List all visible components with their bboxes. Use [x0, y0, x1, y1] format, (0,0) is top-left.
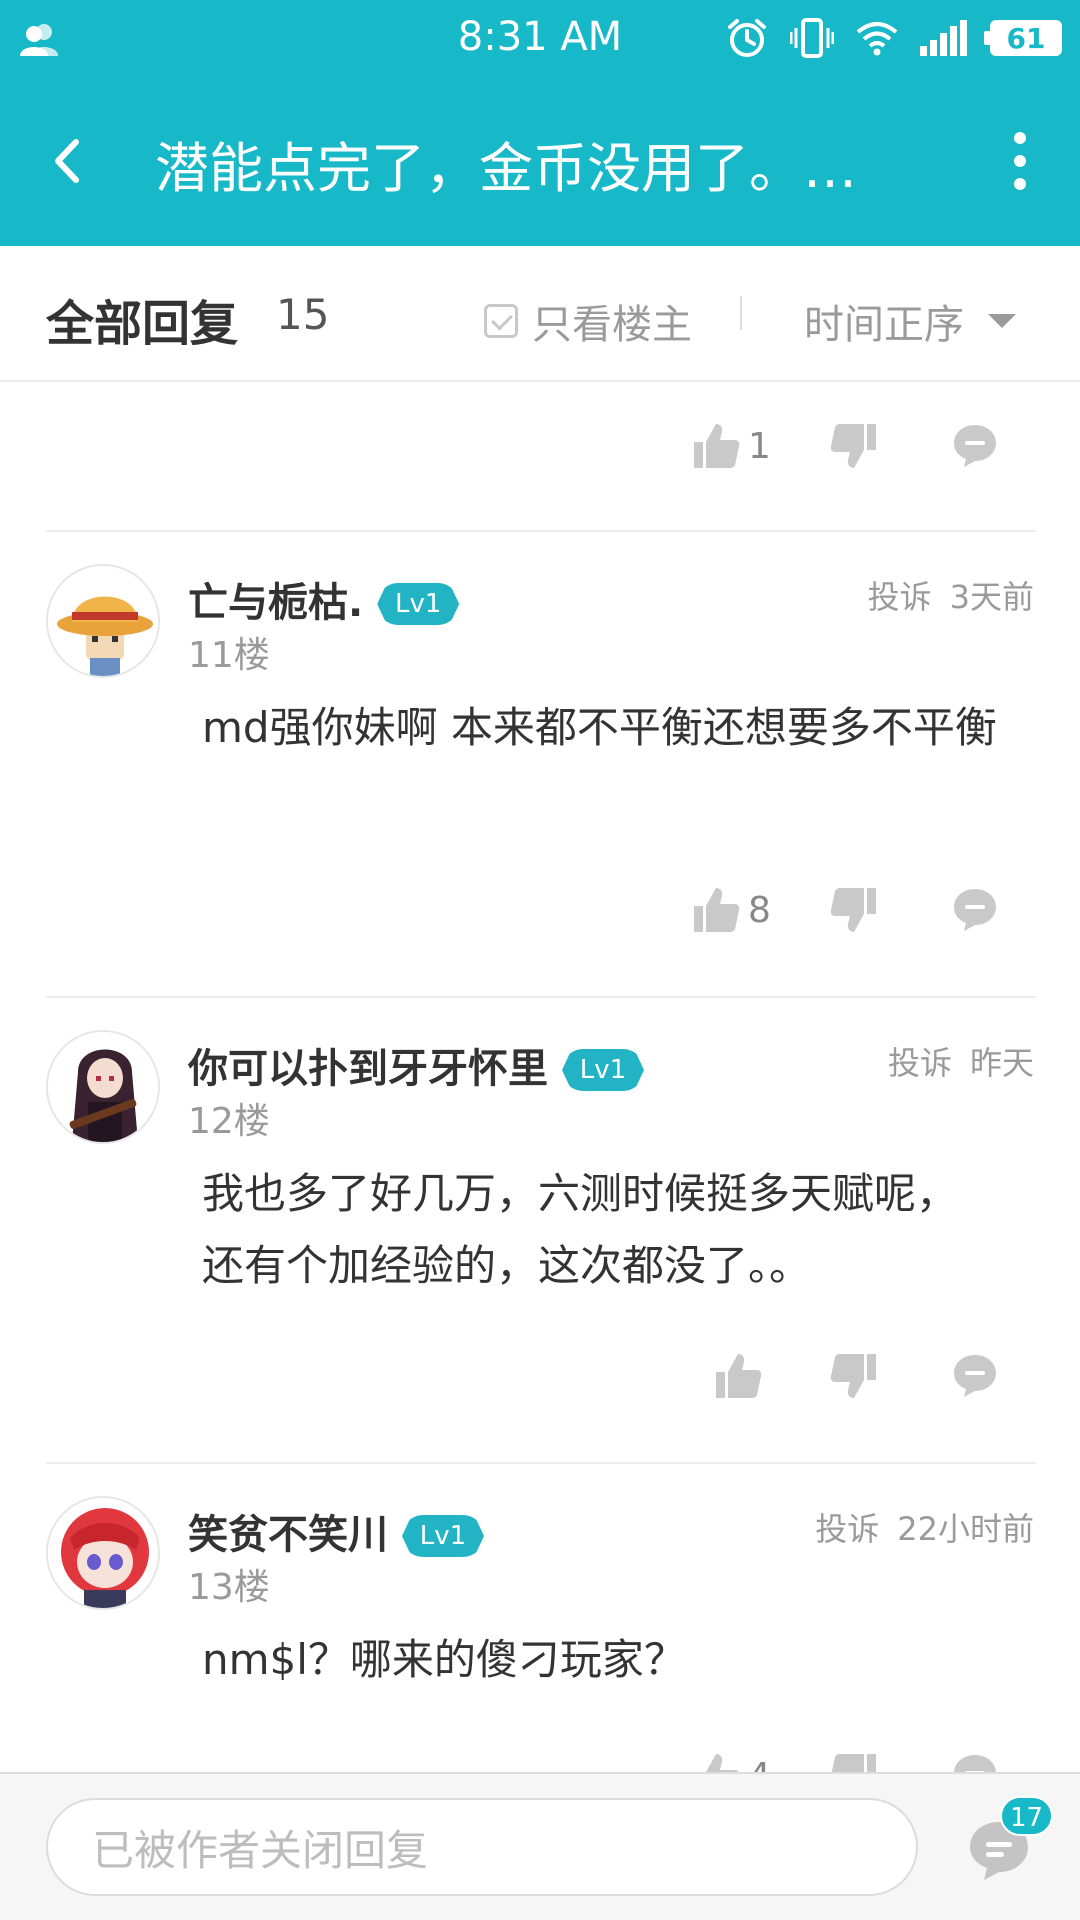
- report-link[interactable]: 投诉: [815, 1504, 879, 1550]
- thumbs-up-icon: [694, 1754, 739, 1772]
- comment-actions: 4: [0, 1746, 1080, 1772]
- thumbs-down-icon: [830, 888, 876, 932]
- chat-bubble-icon: [954, 425, 996, 467]
- comment-meta: 投诉 昨天: [888, 1038, 1034, 1084]
- username[interactable]: 你可以扑到牙牙怀里 Lv1: [188, 1036, 644, 1094]
- comment-list[interactable]: 1 亡与栀枯. Lv1 11楼 投诉 3天前 md强你妹啊 本来都不平衡还想要多…: [0, 384, 1080, 1772]
- floor-number: 11楼: [188, 635, 270, 676]
- divider: [740, 296, 742, 330]
- comment-meta: 投诉 22小时前: [815, 1504, 1034, 1550]
- comment-item: 你可以扑到牙牙怀里 Lv1 12楼 投诉 昨天 我也多了好几万，六测时候挺多天赋呢…: [0, 1030, 1080, 1450]
- username[interactable]: 笑贫不笑川 Lv1: [188, 1502, 484, 1560]
- chat-bubble-icon: [954, 1755, 996, 1772]
- thumbs-up-icon: [694, 424, 740, 468]
- avatar[interactable]: [46, 1496, 160, 1610]
- like-button[interactable]: [712, 1346, 770, 1406]
- dropdown-arrow-icon: [988, 314, 1016, 328]
- like-button[interactable]: 4: [690, 1746, 771, 1772]
- floor-number: 13楼: [188, 1567, 270, 1608]
- alarm-icon: [728, 19, 766, 57]
- dislike-button[interactable]: [828, 880, 880, 940]
- dislike-button[interactable]: [828, 416, 880, 476]
- reply-button[interactable]: [950, 880, 1000, 940]
- like-button[interactable]: 1: [690, 416, 771, 476]
- username-text: 你可以扑到牙牙怀里: [188, 1046, 548, 1092]
- status-bar: 8:31 AM 61: [0, 0, 1080, 76]
- straw-hat-avatar-image: [48, 566, 158, 676]
- more-options-icon[interactable]: [1010, 128, 1030, 194]
- comment-item: 亡与栀枯. Lv1 11楼 投诉 3天前 md强你妹啊 本来都不平衡还想要多不平衡…: [0, 564, 1080, 984]
- all-replies-heading: 全部回复: [46, 296, 239, 352]
- username-text: 笑贫不笑川: [188, 1512, 388, 1558]
- thumbs-up-icon: [716, 1354, 762, 1398]
- reply-count: 15: [276, 290, 330, 339]
- avatar[interactable]: [46, 1030, 160, 1144]
- dislike-button[interactable]: [828, 1746, 880, 1772]
- thumbs-down-icon: [830, 1354, 876, 1398]
- like-button[interactable]: 8: [690, 880, 771, 940]
- page-title: 潜能点完了，金币没用了。…: [155, 137, 857, 200]
- comment-time: 昨天: [969, 1044, 1034, 1082]
- floor-number: 12楼: [188, 1101, 270, 1142]
- reply-filter-bar: 全部回复 15 只看楼主 时间正序: [0, 246, 1080, 382]
- comment-actions: 8: [0, 880, 1080, 940]
- chat-bubble-icon: [954, 889, 996, 931]
- comment-text: nm$l？哪来的傻刁玩家？: [202, 1635, 686, 1684]
- sort-label: 时间正序: [804, 302, 964, 348]
- thumbs-down-icon: [830, 424, 876, 468]
- divider: [46, 996, 1036, 998]
- like-count: 1: [748, 425, 771, 467]
- reply-button[interactable]: [950, 1746, 1000, 1772]
- level-badge: Lv1: [562, 1049, 644, 1091]
- signal-icon: [920, 20, 967, 56]
- thumbs-up-icon: [694, 888, 740, 932]
- username-text: 亡与栀枯.: [188, 580, 364, 626]
- comment-time: 3天前: [949, 578, 1034, 616]
- comment-text: 我也多了好几万，六测时候挺多天赋呢，还有个加经验的，这次都没了。。: [202, 1169, 959, 1290]
- vibrate-icon: [790, 18, 834, 58]
- dislike-button[interactable]: [828, 1346, 880, 1406]
- avatar[interactable]: [46, 564, 160, 678]
- red-hair-avatar-image: [48, 1498, 158, 1608]
- comment-text: md强你妹啊 本来都不平衡还想要多不平衡: [202, 703, 997, 752]
- reply-bar: 已被作者关闭回复 17: [0, 1772, 1080, 1920]
- sort-dropdown[interactable]: 时间正序: [804, 292, 1016, 350]
- checkbox-icon[interactable]: [484, 304, 518, 338]
- reply-button[interactable]: [950, 416, 1000, 476]
- level-badge: Lv1: [377, 583, 460, 625]
- battery-indicator: 61: [984, 20, 1062, 56]
- report-link[interactable]: 投诉: [868, 572, 932, 618]
- only-op-label: 只看楼主: [532, 302, 692, 348]
- only-op-toggle[interactable]: 只看楼主: [484, 292, 692, 350]
- thumbs-down-icon: [831, 1754, 876, 1772]
- divider: [46, 530, 1036, 532]
- comment-count-badge: 17: [1000, 1796, 1054, 1836]
- title-bar: 潜能点完了，金币没用了。…: [0, 76, 1080, 246]
- reply-input[interactable]: 已被作者关闭回复: [46, 1798, 918, 1896]
- comment-actions: 1: [0, 416, 1080, 476]
- comment-actions: [0, 1346, 1080, 1406]
- anime-girl-avatar-image: [48, 1032, 158, 1142]
- level-badge: Lv1: [402, 1515, 484, 1557]
- chat-bubble-icon: [954, 1355, 996, 1397]
- report-link[interactable]: 投诉: [888, 1038, 952, 1084]
- comment-meta: 投诉 3天前: [868, 572, 1034, 618]
- wifi-icon: [856, 22, 898, 56]
- comment-item: 笑贫不笑川 Lv1 13楼 投诉 22小时前 nm$l？哪来的傻刁玩家？ 4: [0, 1496, 1080, 1772]
- divider: [46, 1462, 1036, 1464]
- like-count: 4: [748, 1756, 771, 1773]
- like-count: 8: [748, 889, 771, 931]
- comment-time: 22小时前: [897, 1510, 1034, 1548]
- reply-button[interactable]: [950, 1346, 1000, 1406]
- username[interactable]: 亡与栀枯. Lv1: [188, 570, 460, 628]
- back-arrow-icon[interactable]: [40, 126, 100, 196]
